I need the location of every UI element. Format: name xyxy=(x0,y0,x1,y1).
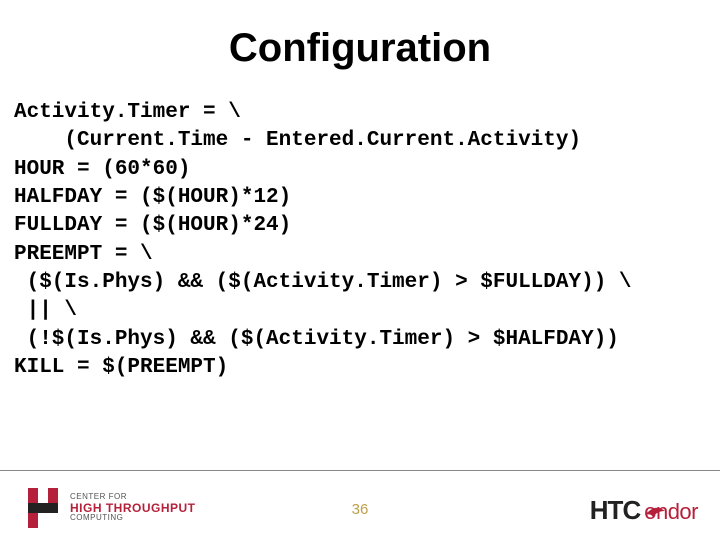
bird-swoosh-icon xyxy=(645,505,665,521)
code-line: (Current.Time - Entered.Current.Activity… xyxy=(14,129,581,152)
chtc-logo-mark xyxy=(22,488,62,528)
code-line: (!$(Is.Phys) && ($(Activity.Timer) > $HA… xyxy=(14,328,619,351)
code-line: HOUR = (60*60) xyxy=(14,158,190,181)
code-block: Activity.Timer = \ (Current.Time - Enter… xyxy=(14,99,702,382)
htcondor-prefix: HTC xyxy=(590,495,640,526)
chtc-logo: CENTER FOR HIGH THROUGHPUT COMPUTING xyxy=(22,488,196,528)
chtc-logo-text: CENTER FOR HIGH THROUGHPUT COMPUTING xyxy=(70,493,196,522)
code-line: HALFDAY = ($(HOUR)*12) xyxy=(14,186,291,209)
slide-title: Configuration xyxy=(18,26,702,71)
code-line: FULLDAY = ($(HOUR)*24) xyxy=(14,214,291,237)
htcondor-logo: HTC ondor xyxy=(590,495,698,526)
code-line: ($(Is.Phys) && ($(Activity.Timer) > $FUL… xyxy=(14,271,632,294)
slide: Configuration Activity.Timer = \ (Curren… xyxy=(0,0,720,540)
chtc-line3: COMPUTING xyxy=(70,514,196,522)
page-number: 36 xyxy=(352,501,369,518)
code-line: Activity.Timer = \ xyxy=(14,101,241,124)
code-line: PREEMPT = \ xyxy=(14,243,153,266)
code-line: || \ xyxy=(14,299,77,322)
slide-footer: CENTER FOR HIGH THROUGHPUT COMPUTING 36 … xyxy=(0,470,720,540)
code-line: KILL = $(PREEMPT) xyxy=(14,356,228,379)
